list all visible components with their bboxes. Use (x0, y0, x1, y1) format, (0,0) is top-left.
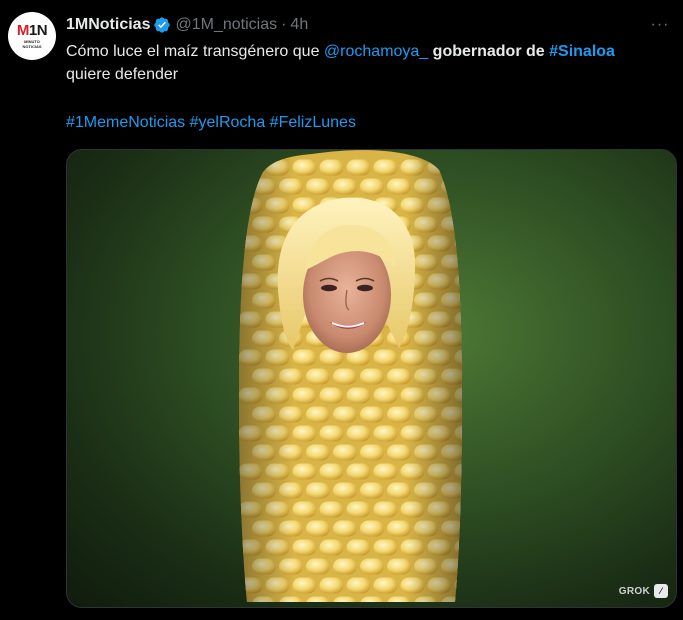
corn-kernel (468, 179, 492, 195)
grok-icon: ⁄ (654, 584, 668, 598)
timestamp[interactable]: 4h (290, 16, 308, 34)
hashtag-list: #1MemeNoticias #yelRocha #FelizLunes (66, 111, 356, 134)
corn-kernel (468, 331, 492, 347)
corn-kernel (468, 521, 492, 537)
handle[interactable]: @1M_noticias (175, 16, 277, 34)
hashtag-link-sinaloa[interactable]: #Sinaloa (549, 43, 615, 60)
logo-subtitle: MINUTO NOTICIAS (22, 39, 42, 49)
corn-kernel (468, 445, 492, 461)
mention-link[interactable]: @rochamoya_ (324, 43, 428, 60)
hashtag-link[interactable]: #yelRocha (190, 114, 266, 131)
logo-mark: M1N (16, 22, 48, 39)
display-name[interactable]: 1MNoticias (66, 16, 150, 34)
tweet-text: Cómo luce el maíz transgénero que @rocha… (66, 43, 615, 83)
tweet-header: 1MNoticias @1M_noticias · 4h ··· (66, 14, 673, 36)
avatar[interactable]: M1N MINUTO NOTICIAS (8, 12, 56, 60)
hashtag-link[interactable]: #1MemeNoticias (66, 114, 185, 131)
corn-kernel (468, 483, 492, 499)
corn-face-illustration (239, 150, 492, 609)
corn-kernel (239, 159, 263, 176)
hashtag-link[interactable]: #FelizLunes (270, 114, 356, 131)
corn-kernel (454, 197, 462, 214)
corn-kernel (468, 369, 492, 385)
tweet[interactable]: M1N MINUTO NOTICIAS 1MNoticias @1M_notic… (0, 0, 683, 620)
more-options-icon[interactable]: ··· (647, 12, 673, 38)
verified-badge-icon (153, 16, 171, 34)
corn-kernel (454, 235, 462, 252)
corn-kernel (454, 577, 462, 594)
separator-dot: · (281, 16, 287, 33)
grok-badge: GROK ⁄ (619, 583, 668, 599)
tweet-media-image[interactable]: GROK ⁄ (66, 149, 677, 608)
corn-kernel (468, 255, 492, 271)
corn-kernel (468, 559, 492, 575)
corn-kernel (468, 597, 492, 609)
corn-kernel (454, 159, 462, 176)
corn-kernel (468, 293, 492, 309)
corn-kernel (468, 217, 492, 233)
corn-kernel (468, 407, 492, 423)
